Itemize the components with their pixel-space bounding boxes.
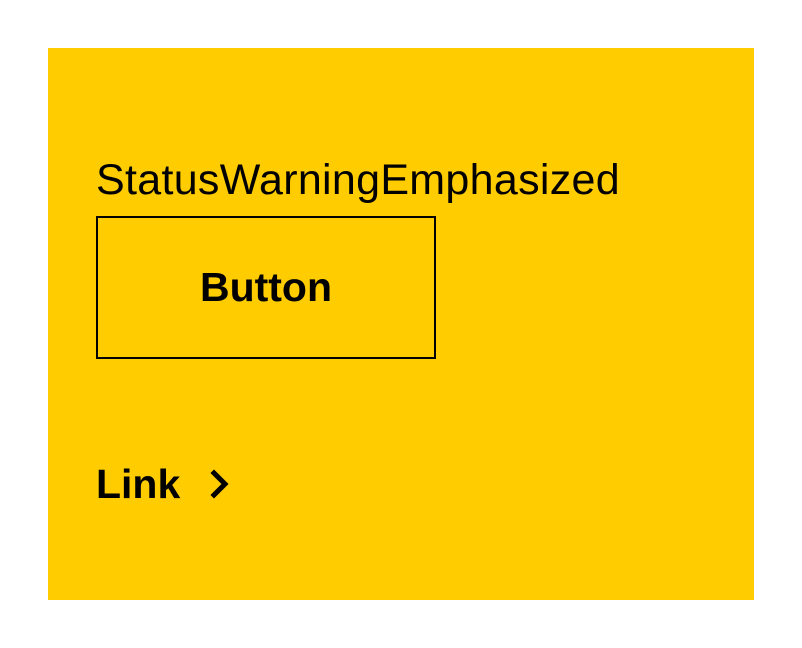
primary-button[interactable]: Button [96, 216, 436, 359]
chevron-link[interactable]: Link [96, 456, 234, 512]
chevron-right-icon [206, 466, 234, 502]
link-label: Link [96, 460, 181, 507]
button-label: Button [199, 264, 333, 310]
status-warning-emphasized-panel: StatusWarningEmphasized Button Link [48, 48, 754, 600]
panel-title: StatusWarningEmphasized [96, 156, 620, 204]
